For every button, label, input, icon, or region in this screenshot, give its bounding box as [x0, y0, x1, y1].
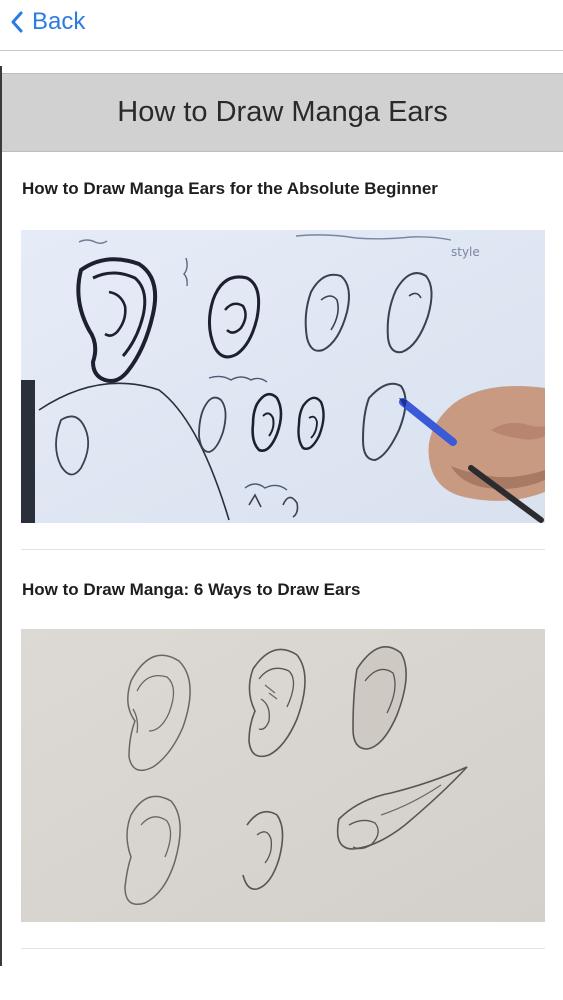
video-thumbnail[interactable]: [21, 629, 545, 922]
back-label: Back: [32, 8, 86, 35]
navigation-bar: Back: [0, 0, 563, 51]
back-button[interactable]: Back: [10, 6, 85, 38]
title-header: How to Draw Manga Ears: [2, 73, 563, 152]
entry-divider: [21, 948, 545, 949]
page-title: How to Draw Manga Ears: [117, 96, 448, 128]
video-thumbnail[interactable]: style: [21, 230, 545, 523]
content-left-border: [0, 66, 2, 966]
sketch-scribble: style: [451, 245, 480, 259]
video-title[interactable]: How to Draw Manga Ears for the Absolute …: [22, 179, 438, 199]
entry-divider: [21, 549, 545, 550]
chevron-left-icon: [11, 11, 23, 33]
video-title[interactable]: How to Draw Manga: 6 Ways to Draw Ears: [22, 580, 361, 600]
